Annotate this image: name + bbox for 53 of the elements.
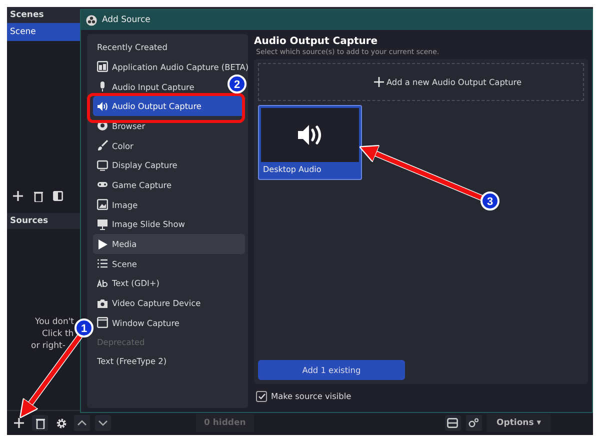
add-new-button[interactable]: Add a new Audio Output Capture [258,63,584,101]
camera-icon [97,298,108,309]
source-type-item[interactable]: Media [93,234,245,254]
section-heading: Audio Output Capture [254,35,379,47]
source-type-item[interactable]: Scene [93,254,141,274]
monitor-icon [97,160,108,171]
source-type-item[interactable]: Text (GDI+) [93,274,164,294]
checkbox[interactable] [256,390,267,402]
source-type-item[interactable]: Image [93,194,142,214]
source-type-item[interactable]: Color [93,136,138,156]
add-icon [374,77,384,87]
hint-text: or right- [31,341,66,351]
group-header: Deprecated [96,336,146,349]
brush-icon [97,140,108,152]
tile-label: Desktop Audio [262,164,322,176]
scene-item[interactable]: Scene [7,23,81,41]
hidden-count: 0 hidden [196,414,254,432]
source-type-item[interactable]: Text (FreeType 2) [93,352,171,372]
trash-icon[interactable] [32,415,48,431]
source-type-item[interactable]: Browser [93,116,150,136]
window-icon [97,317,108,328]
add-icon[interactable] [10,188,26,204]
source-type-item[interactable]: Application Audio Capture (BETA) [93,57,253,77]
hint-text: You don't [35,317,74,327]
source-type-item[interactable]: Display Capture [93,155,182,176]
caret-up-icon[interactable] [74,415,90,431]
caret-down-icon[interactable] [95,415,111,431]
play-icon [97,238,108,250]
filter-icon[interactable] [50,188,66,204]
hint-text: Click th [41,329,74,339]
source-type-item[interactable]: Game Capture [93,175,176,195]
layout-icon[interactable] [444,415,461,431]
group-header: Recently Created [96,41,168,54]
dialog-title: Add Source [102,15,150,25]
list-icon [97,258,108,270]
add-existing-button[interactable]: Add 1 existing [258,360,405,380]
add-new-label: Add a new Audio Output Capture [386,77,522,87]
source-type-item[interactable]: Window Capture [93,312,184,333]
add-icon[interactable] [11,415,27,431]
options-button[interactable]: Options ▾ [486,414,551,432]
source-type-item[interactable]: Video Capture Device [93,293,205,313]
step-badge: 1 [74,318,94,338]
checkbox-label: Make source visible [271,391,352,401]
source-tile[interactable]: Desktop Audio [258,105,362,180]
source-type-item[interactable]: Audio Output Capture [93,96,245,116]
slides-icon [97,218,108,230]
app-logo-icon [86,14,97,26]
source-type-item[interactable]: Audio Input Capture [93,76,198,96]
text-icon [97,278,108,289]
speaker-icon [97,100,108,112]
image-icon [97,199,108,210]
speaker-icon [297,123,323,147]
app-icon [97,61,108,72]
